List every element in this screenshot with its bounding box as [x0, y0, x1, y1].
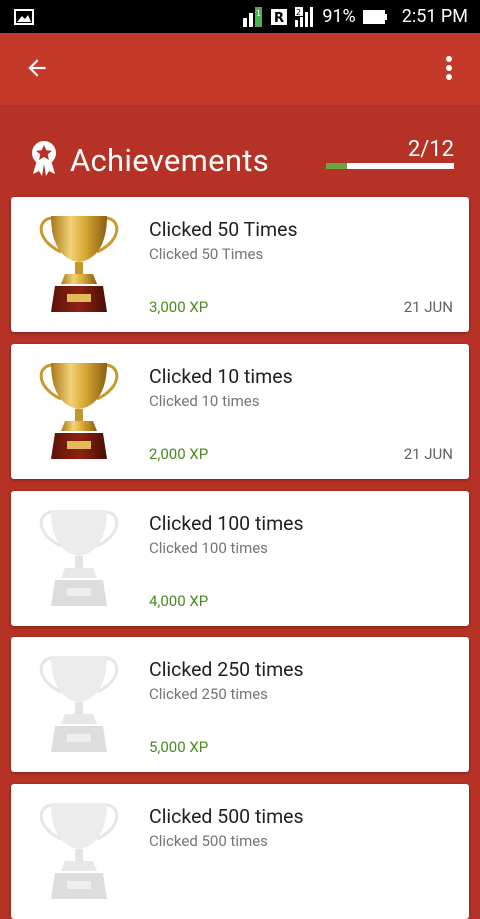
progress-track [326, 163, 454, 169]
status-bar: 1 R 2 91% 2:51 PM [0, 0, 480, 33]
achievement-description: Clicked 100 times [149, 539, 268, 557]
achievement-name: Clicked 50 Times [149, 218, 298, 241]
trophy-locked-icon [25, 795, 133, 907]
trophy-gold-icon [25, 208, 133, 320]
page-title: Achievements [70, 141, 270, 179]
battery-icon [362, 9, 388, 25]
svg-text:R: R [274, 11, 284, 26]
achievement-card[interactable]: Clicked 10 times Clicked 10 times 2,000 … [11, 344, 469, 479]
achievement-xp: 2,000 XP [149, 445, 209, 463]
achievement-xp: 4,000 XP [149, 592, 209, 610]
achievement-description: Clicked 10 times [149, 392, 260, 410]
achievement-card[interactable]: Clicked 100 times Clicked 100 times 4,00… [11, 491, 469, 626]
achievement-name: Clicked 100 times [149, 512, 304, 535]
achievement-date: 21 JUN [403, 445, 453, 463]
clock: 2:51 PM [401, 6, 468, 27]
achievement-description: Clicked 500 times [149, 832, 268, 850]
signal-icon: 2 [294, 6, 316, 28]
progress-fill [326, 163, 348, 169]
header-title-row: Achievements [30, 140, 269, 180]
achievement-card[interactable]: Clicked 500 times Clicked 500 times [11, 784, 469, 919]
achievement-card[interactable]: Clicked 50 Times Clicked 50 Times 3,000 … [11, 197, 469, 332]
award-ribbon-icon [30, 140, 58, 180]
svg-text:2: 2 [296, 8, 301, 17]
achievement-xp: 5,000 XP [149, 738, 209, 756]
svg-text:1: 1 [256, 9, 261, 18]
achievement-name: Clicked 10 times [149, 365, 293, 388]
back-button[interactable] [20, 53, 54, 87]
achievement-description: Clicked 250 times [149, 685, 268, 703]
battery-percent: 91% [322, 6, 356, 27]
trophy-locked-icon [25, 502, 133, 614]
achievement-date: 21 JUN [403, 298, 453, 316]
achievement-xp: 3,000 XP [149, 298, 209, 316]
trophy-gold-icon [25, 355, 133, 467]
image-icon [14, 8, 34, 25]
achievement-name: Clicked 500 times [149, 805, 304, 828]
achievement-card[interactable]: Clicked 250 times Clicked 250 times 5,00… [11, 637, 469, 772]
trophy-locked-icon [25, 648, 133, 760]
progress-count: 2/12 [407, 137, 454, 162]
arrow-back-icon [24, 55, 50, 85]
achievement-progress: 2/12 [326, 137, 454, 171]
achievement-name: Clicked 250 times [149, 658, 304, 681]
data-saver-icon: 1 [242, 6, 264, 28]
overflow-menu-button[interactable] [436, 53, 462, 87]
more-vert-icon [445, 55, 453, 85]
roaming-signal-icon: R [270, 7, 288, 27]
achievement-description: Clicked 50 Times [149, 245, 264, 263]
app-bar [0, 33, 480, 105]
